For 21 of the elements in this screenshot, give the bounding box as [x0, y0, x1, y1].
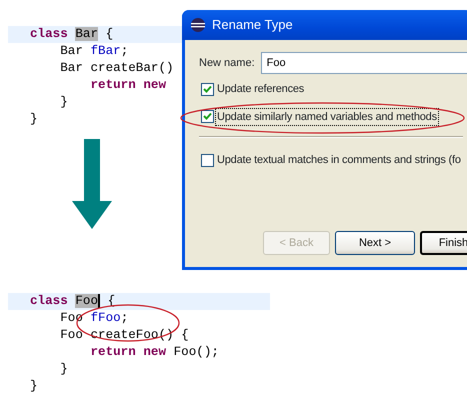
checkbox[interactable] — [201, 154, 214, 167]
code-line: class Bar { — [30, 27, 114, 41]
code-line: return new Foo(); — [90, 345, 219, 359]
checkbox-label: Update textual matches in comments and strings (fo — [216, 153, 462, 168]
app-icon — [190, 17, 206, 33]
code-line: } — [60, 362, 68, 376]
name-input-field[interactable]: Foo — [260, 52, 467, 74]
checkbox[interactable] — [201, 82, 214, 96]
checkbox[interactable] — [201, 110, 214, 124]
checkbox-label: Update similarly named variables and methods — [215, 108, 439, 126]
code-line: } — [30, 379, 38, 393]
field-label: New name: — [199, 56, 255, 71]
code-line: } — [60, 95, 68, 109]
down-arrow-icon — [72, 139, 112, 229]
code-line: Bar createBar() — [60, 61, 174, 75]
code-line: Bar fBar; — [60, 44, 128, 58]
checkbox-label: Update references — [216, 82, 306, 97]
window-title: Rename Type — [212, 16, 293, 34]
code-line: } — [30, 112, 38, 126]
dialog-button[interactable]: Next > — [335, 231, 415, 255]
code-line: return new — [90, 78, 166, 92]
